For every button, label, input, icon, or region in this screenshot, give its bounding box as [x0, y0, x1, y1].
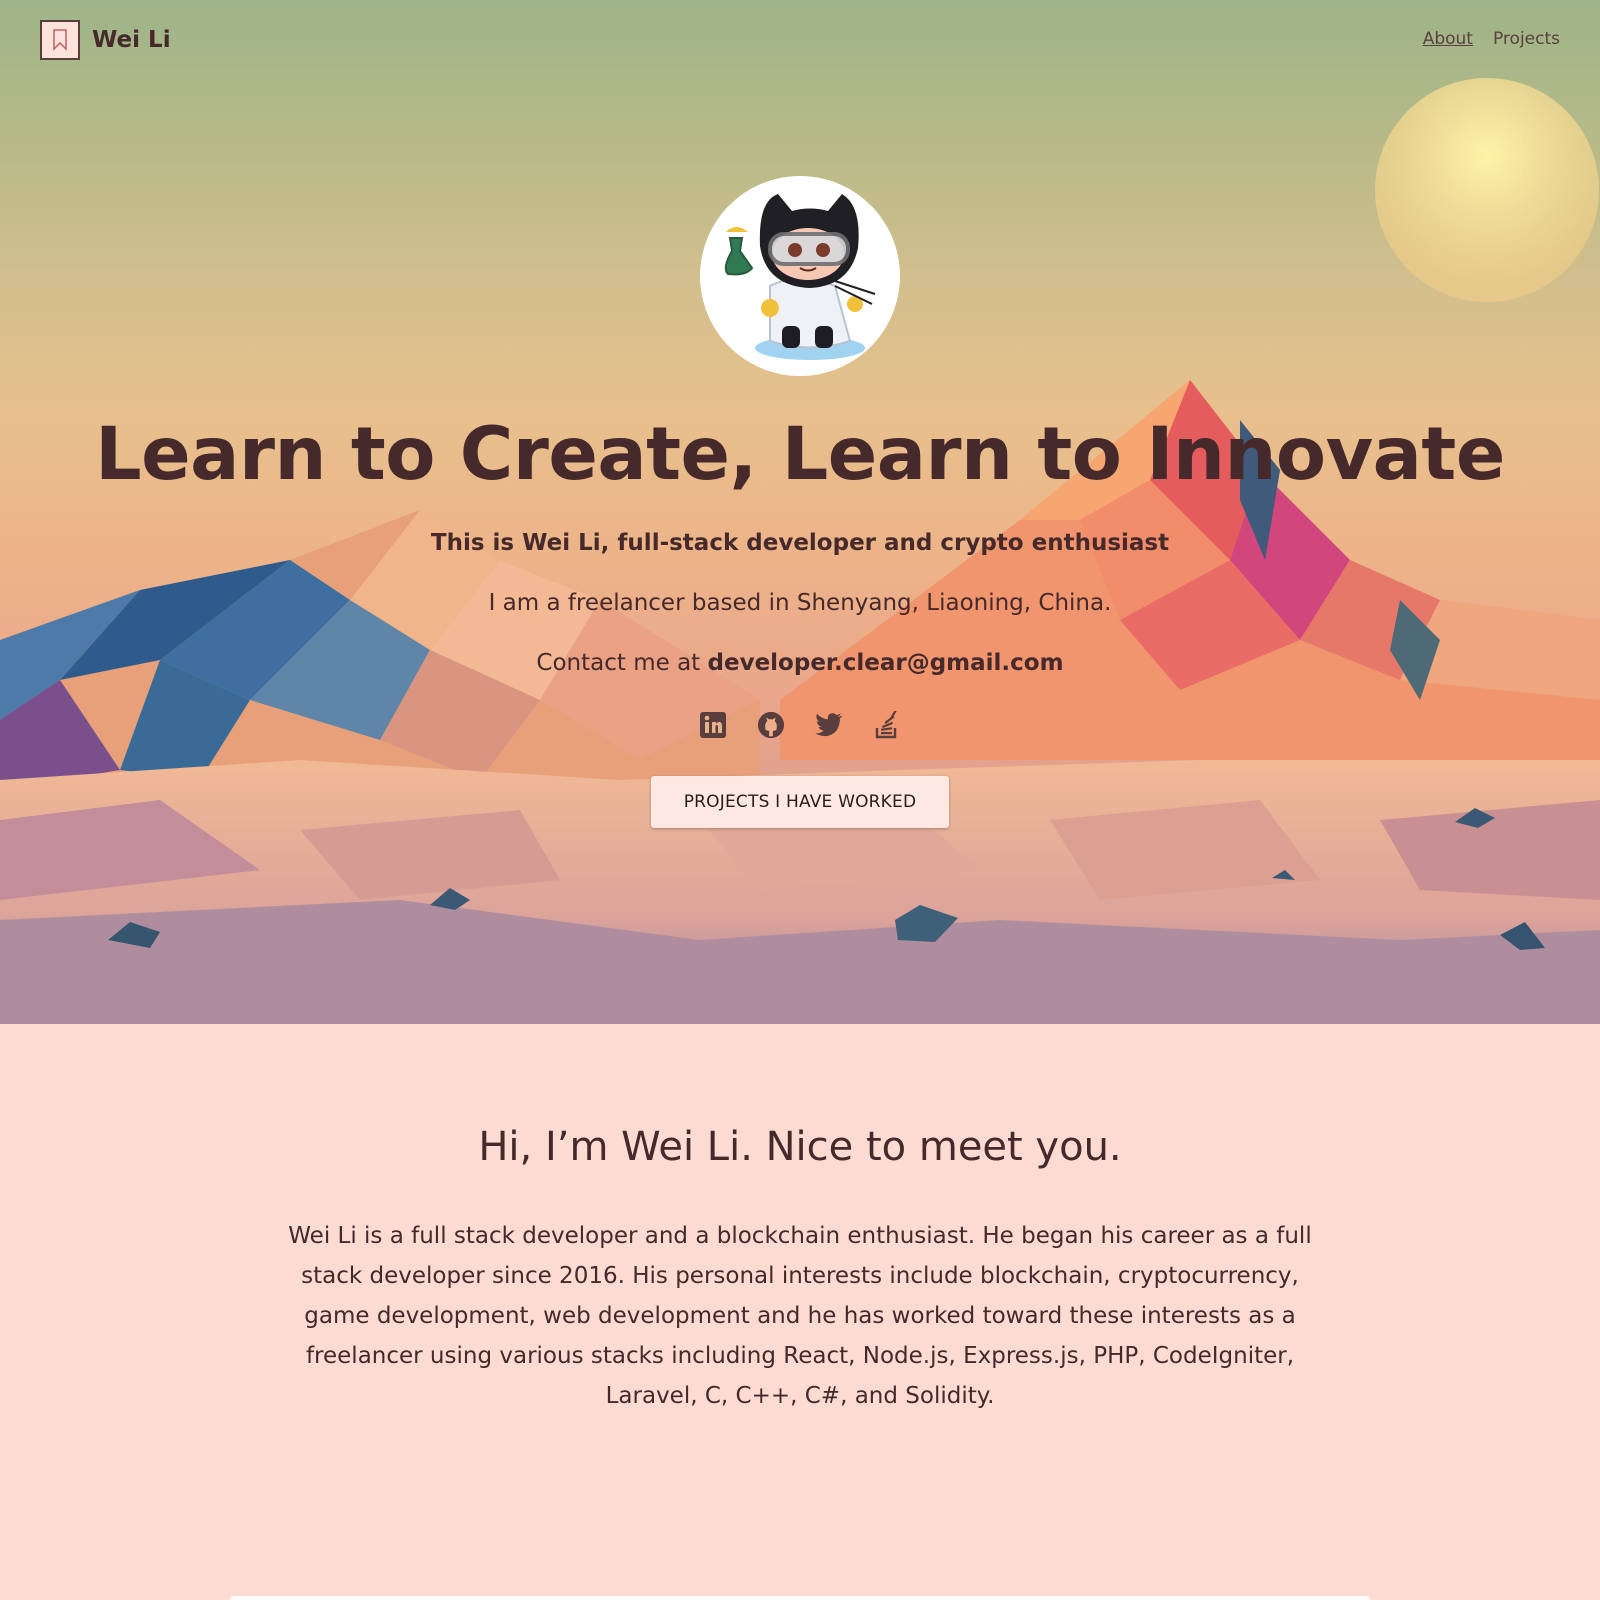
top-navbar: Wei Li About Projects	[0, 0, 1600, 80]
nav-link-about[interactable]: About	[1423, 29, 1473, 49]
scientist-octocat-illustration	[724, 194, 876, 360]
hero-contact: Contact me at developer.clear@gmail.com	[0, 650, 1600, 676]
about-section: Hi, I’m Wei Li. Nice to meet you. Wei Li…	[0, 1024, 1600, 1600]
stackoverflow-icon[interactable]	[873, 711, 901, 739]
social-links	[0, 711, 1600, 739]
hero-title: Learn to Create, Learn to Innovate	[95, 412, 1505, 497]
bookmark-icon	[53, 29, 67, 51]
brand-name: Wei Li	[92, 27, 171, 53]
projects-card-top	[230, 1596, 1370, 1600]
twitter-icon[interactable]	[815, 711, 843, 739]
nav-link-projects[interactable]: Projects	[1493, 29, 1560, 49]
github-icon[interactable]	[757, 711, 785, 739]
profile-avatar	[700, 176, 900, 376]
sun	[1375, 78, 1599, 302]
projects-cta-button[interactable]: PROJECTS I HAVE WORKED	[651, 776, 949, 828]
contact-email-link[interactable]: developer.clear@gmail.com	[708, 650, 1064, 676]
hero-background-illustration	[0, 78, 1600, 1024]
brand-home-link[interactable]: Wei Li	[40, 20, 171, 60]
contact-prefix: Contact me at	[536, 650, 708, 676]
hero-section	[0, 0, 1600, 1024]
about-bio: Wei Li is a full stack developer and a b…	[288, 1223, 1312, 1409]
nav-links: About Projects	[1423, 29, 1560, 49]
hero-subtitle: This is Wei Li, full-stack developer and…	[430, 530, 1170, 556]
about-title: Hi, I’m Wei Li. Nice to meet you.	[478, 1124, 1122, 1170]
hero-location: I am a freelancer based in Shenyang, Lia…	[488, 590, 1112, 616]
brand-logo	[40, 20, 80, 60]
linkedin-icon[interactable]	[699, 711, 727, 739]
